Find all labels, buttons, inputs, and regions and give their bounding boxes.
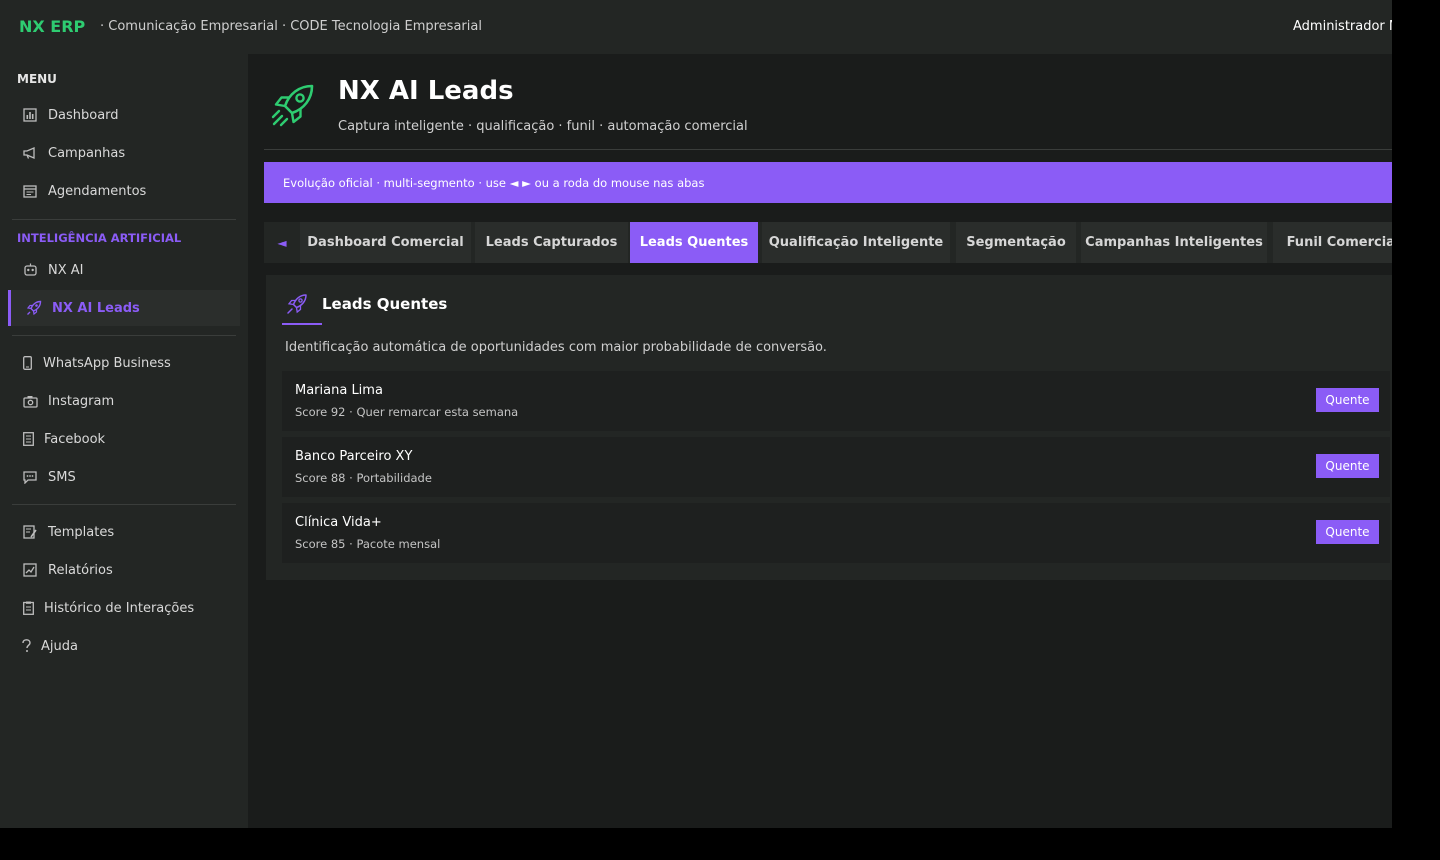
sidebar-item-label: Facebook — [44, 431, 106, 447]
main-content: NX AI Leads Captura inteligente · qualif… — [248, 54, 1392, 828]
tab-campanhas-inteligentes[interactable]: Campanhas Inteligentes — [1081, 222, 1267, 263]
sidebar: MENU Dashboard Campanhas Agendamentos IN… — [0, 54, 248, 828]
tab-funil-comercial[interactable]: Funil Comercial — [1273, 222, 1392, 263]
status-badge[interactable]: Quente — [1316, 454, 1379, 478]
rocket-icon — [287, 294, 307, 314]
sidebar-divider — [12, 219, 236, 220]
leads-quentes-panel: Leads Quentes Identificação automática d… — [266, 275, 1392, 580]
sidebar-item-label: NX AI — [48, 262, 84, 278]
chart-line-icon — [22, 562, 38, 578]
robot-icon — [22, 262, 38, 278]
page-subtitle: Captura inteligente · qualificação · fun… — [338, 119, 748, 134]
sidebar-item-facebook[interactable]: Facebook — [8, 421, 240, 457]
book-icon — [22, 431, 34, 447]
tabs-bar: ◄ Dashboard Comercial Leads Capturados L… — [264, 222, 1392, 263]
sidebar-item-label: WhatsApp Business — [43, 355, 171, 371]
sidebar-divider — [12, 335, 236, 336]
panel-description: Identificação automática de oportunidade… — [285, 340, 827, 355]
sidebar-item-label: NX AI Leads — [52, 300, 140, 316]
app-subtitle: · Comunicação Empresarial · CODE Tecnolo… — [100, 19, 482, 34]
user-menu[interactable]: Administrador M — [1293, 19, 1392, 34]
sidebar-item-instagram[interactable]: Instagram — [8, 383, 240, 419]
sidebar-item-label: SMS — [48, 469, 76, 485]
document-edit-icon — [22, 524, 38, 540]
status-badge[interactable]: Quente — [1316, 388, 1379, 412]
page-title: NX AI Leads — [338, 76, 514, 106]
sidebar-item-label: Templates — [48, 524, 115, 540]
sidebar-item-campanhas[interactable]: Campanhas — [8, 135, 240, 171]
sidebar-item-dashboard[interactable]: Dashboard — [8, 97, 240, 133]
app-window: NX ERP · Comunicação Empresarial · CODE … — [0, 0, 1392, 828]
header-divider — [264, 149, 1392, 150]
ai-section-title: INTELIGÊNCIA ARTIFICIAL — [17, 231, 182, 245]
tab-qualificacao-inteligente[interactable]: Qualificação Inteligente — [762, 222, 950, 263]
sidebar-item-whatsapp-business[interactable]: WhatsApp Business — [8, 345, 240, 381]
sidebar-item-label: Dashboard — [48, 107, 119, 123]
sidebar-item-label: Agendamentos — [48, 183, 147, 199]
tab-dashboard-comercial[interactable]: Dashboard Comercial — [300, 222, 471, 263]
tab-leads-quentes[interactable]: Leads Quentes — [630, 222, 758, 263]
lead-score: Score 92 · Quer remarcar esta semana — [295, 405, 519, 419]
sidebar-item-label: Relatórios — [48, 562, 113, 578]
lead-score: Score 85 · Pacote mensal — [295, 537, 441, 551]
sidebar-item-agendamentos[interactable]: Agendamentos — [8, 173, 240, 209]
phone-icon — [22, 355, 33, 371]
lead-row[interactable]: Mariana Lima Score 92 · Quer remarcar es… — [282, 371, 1390, 431]
lead-name: Banco Parceiro XY — [295, 449, 413, 464]
sidebar-item-ajuda[interactable]: Ajuda — [8, 628, 240, 664]
lead-name: Clínica Vida+ — [295, 515, 382, 530]
sidebar-item-label: Campanhas — [48, 145, 126, 161]
sidebar-item-label: Instagram — [48, 393, 115, 409]
camera-icon — [22, 393, 38, 409]
sidebar-item-historico[interactable]: Histórico de Interações — [8, 590, 240, 626]
chat-icon — [22, 469, 38, 485]
brand-logo[interactable]: NX ERP — [19, 17, 85, 36]
tab-leads-capturados[interactable]: Leads Capturados — [475, 222, 628, 263]
lead-row[interactable]: Banco Parceiro XY Score 88 · Portabilida… — [282, 437, 1390, 497]
tab-segmentacao[interactable]: Segmentação — [956, 222, 1076, 263]
calendar-icon — [22, 183, 38, 199]
sidebar-item-label: Ajuda — [41, 638, 78, 654]
megaphone-icon — [22, 145, 38, 161]
sidebar-item-nx-ai-leads[interactable]: NX AI Leads — [8, 290, 240, 326]
panel-title: Leads Quentes — [322, 295, 448, 313]
lead-score: Score 88 · Portabilidade — [295, 471, 432, 485]
sidebar-divider — [12, 504, 236, 505]
sidebar-item-nx-ai[interactable]: NX AI — [8, 252, 240, 288]
clipboard-icon — [22, 600, 34, 616]
info-banner: Evolução oficial · multi-segmento · use … — [264, 162, 1392, 203]
sidebar-item-templates[interactable]: Templates — [8, 514, 240, 550]
tab-scroll-left-button[interactable]: ◄ — [264, 222, 300, 263]
top-bar: NX ERP · Comunicação Empresarial · CODE … — [0, 0, 1392, 54]
sidebar-item-label: Histórico de Interações — [44, 600, 195, 616]
lead-name: Mariana Lima — [295, 383, 383, 398]
lead-row[interactable]: Clínica Vida+ Score 85 · Pacote mensal Q… — [282, 503, 1390, 563]
sidebar-item-sms[interactable]: SMS — [8, 459, 240, 495]
bar-chart-icon — [22, 107, 38, 123]
status-badge[interactable]: Quente — [1316, 520, 1379, 544]
sidebar-item-relatorios[interactable]: Relatórios — [8, 552, 240, 588]
rocket-icon — [26, 300, 42, 316]
menu-section-title: MENU — [17, 72, 57, 86]
rocket-icon — [271, 84, 314, 127]
question-icon — [22, 638, 31, 654]
